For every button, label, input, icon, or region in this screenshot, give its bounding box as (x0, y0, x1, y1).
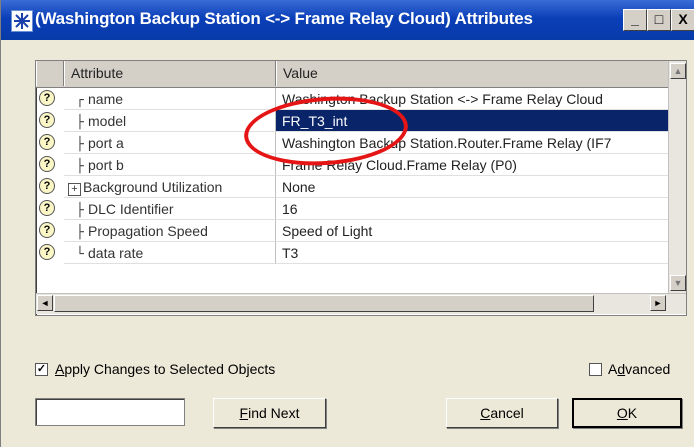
ok-button[interactable]: OK (572, 398, 682, 428)
attribute-row[interactable]: ? ├ Propagation Speed Speed of Light (36, 220, 668, 242)
tree-connector-icon: ├ (76, 203, 84, 218)
apply-changes-label[interactable]: Apply Changes to Selected Objects (55, 361, 275, 377)
attribute-row[interactable]: ? ├ model FR_T3_int (36, 110, 668, 132)
tree-connector-icon: ├ (76, 159, 84, 174)
attribute-value-cell[interactable]: Washington Backup Station.Router.Frame R… (276, 132, 668, 154)
scroll-right-icon[interactable]: ► (650, 295, 666, 311)
minimize-icon: _ (631, 11, 639, 27)
attribute-row[interactable]: ? + Background Utilization None (36, 176, 668, 198)
attributes-dialog: (Washington Backup Station <-> Frame Rel… (0, 0, 694, 447)
help-icon[interactable]: ? (39, 112, 55, 128)
attribute-name: Background Utilization (83, 179, 223, 195)
attribute-name: port b (88, 157, 124, 173)
attribute-name: model (88, 113, 127, 129)
checkmark-icon: ✓ (36, 363, 47, 375)
attribute-value-cell[interactable]: Frame Relay Cloud.Frame Relay (P0) (276, 154, 668, 176)
attribute-name: name (88, 91, 124, 107)
scroll-up-icon[interactable]: ▲ (670, 63, 686, 79)
maximize-icon: □ (654, 11, 664, 27)
maximize-button[interactable]: □ (647, 9, 671, 31)
column-header-attribute[interactable]: Attribute (64, 61, 276, 86)
attribute-row[interactable]: ? ├ DLC Identifier 16 (36, 198, 668, 220)
attribute-value-cell[interactable]: T3 (276, 242, 668, 264)
attribute-name-cell[interactable]: ┌ name (64, 88, 276, 110)
window-title: (Washington Backup Station <-> Frame Rel… (35, 9, 533, 28)
header-spacer (36, 61, 64, 86)
attribute-name: DLC Identifier (88, 201, 174, 217)
attribute-row[interactable]: ? ├ port a Washington Backup Station.Router… (36, 132, 668, 154)
attribute-name-cell[interactable]: ├ DLC Identifier (64, 198, 276, 220)
attribute-name: data rate (88, 245, 144, 261)
find-input[interactable] (35, 398, 185, 426)
attribute-value-cell[interactable]: Speed of Light (276, 220, 668, 242)
close-icon: X (678, 11, 688, 27)
attribute-name-cell[interactable]: ├ port b (64, 154, 276, 176)
advanced-checkbox[interactable] (589, 363, 602, 376)
attribute-name-cell[interactable]: └ data rate (64, 242, 276, 264)
close-button[interactable]: X (671, 9, 694, 31)
app-icon (11, 10, 33, 32)
tree-connector-icon: └ (76, 247, 84, 262)
column-header-value[interactable]: Value (276, 61, 668, 86)
attribute-row[interactable]: ? ├ port b Frame Relay Cloud.Frame Relay (P… (36, 154, 668, 176)
find-next-button[interactable]: Find Next (213, 398, 326, 428)
attribute-name-cell[interactable]: ├ Propagation Speed (64, 220, 276, 242)
apply-changes-checkbox[interactable]: ✓ (35, 363, 48, 376)
help-icon[interactable]: ? (39, 200, 55, 216)
horizontal-scroll-thumb[interactable] (54, 295, 594, 312)
attribute-name-cell[interactable]: + Background Utilization (64, 176, 276, 198)
attribute-row[interactable]: ? └ data rate T3 (36, 242, 668, 264)
attribute-name: port a (88, 135, 124, 151)
tree-connector-icon: ├ (76, 137, 84, 152)
attribute-value-cell[interactable]: Washington Backup Station <-> Frame Rela… (276, 88, 668, 110)
cancel-button[interactable]: Cancel (446, 398, 558, 428)
help-icon[interactable]: ? (39, 178, 55, 194)
attribute-row[interactable]: ? ┌ name Washington Backup Station <-> Fram… (36, 88, 668, 110)
attribute-name-cell[interactable]: ├ model (64, 110, 276, 132)
tree-connector-icon: ├ (76, 225, 84, 240)
tree-connector-icon: ┌ (76, 93, 84, 108)
help-icon[interactable]: ? (39, 156, 55, 172)
title-bar[interactable]: (Washington Backup Station <-> Frame Rel… (1, 0, 694, 40)
scroll-down-icon[interactable]: ▼ (670, 275, 686, 291)
attribute-grid[interactable]: Attribute Value ? ┌ name Washington Backup … (35, 60, 687, 316)
help-icon[interactable]: ? (39, 222, 55, 238)
attribute-value-cell[interactable]: FR_T3_int (276, 110, 668, 132)
vertical-scrollbar[interactable]: ▲ ▼ (668, 61, 686, 293)
scroll-left-icon[interactable]: ◄ (37, 295, 53, 311)
help-icon[interactable]: ? (39, 134, 55, 150)
grid-header: Attribute Value (36, 61, 668, 88)
help-icon[interactable]: ? (39, 244, 55, 260)
help-icon[interactable]: ? (39, 90, 55, 106)
tree-connector-icon: ├ (76, 115, 84, 130)
expand-icon[interactable]: + (68, 183, 81, 196)
advanced-label[interactable]: Advanced (608, 361, 670, 377)
minimize-button[interactable]: _ (623, 9, 647, 31)
attribute-name-cell[interactable]: ├ port a (64, 132, 276, 154)
attribute-value-cell[interactable]: 16 (276, 198, 668, 220)
attribute-name: Propagation Speed (88, 223, 208, 239)
attribute-value-cell[interactable]: None (276, 176, 668, 198)
horizontal-scrollbar[interactable]: ◄ ► (36, 293, 686, 314)
